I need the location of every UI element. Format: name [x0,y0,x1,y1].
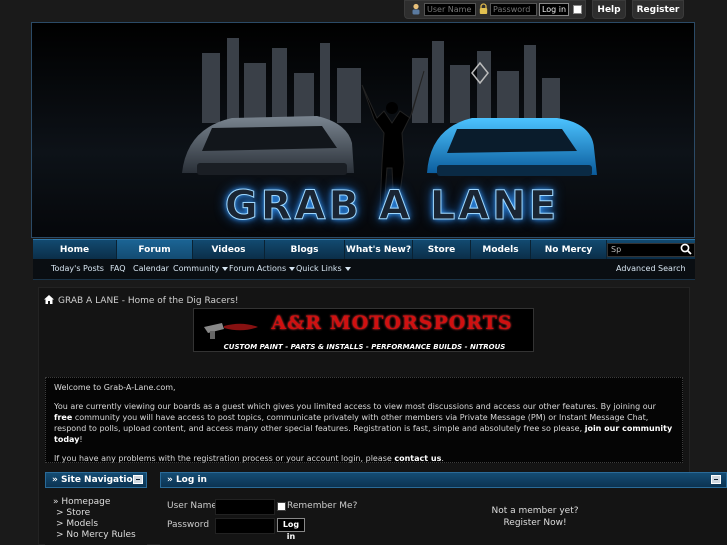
subnav-forum-actions[interactable]: Forum Actions [229,264,296,273]
tab-forum[interactable]: Forum [117,240,193,260]
ad-subtitle: CUSTOM PAINT - PARTS & INSTALLS - PERFOR… [223,343,506,351]
password-label: Password [167,520,210,530]
password-input[interactable] [490,3,537,16]
site-nav-item-no-mercy-rules[interactable]: > No Mercy Rules [53,530,147,541]
ad-banner[interactable]: A&R MOTORSPORTS CUSTOM PAINT - PARTS & I… [193,308,534,352]
tab-store[interactable]: Store [413,240,471,260]
welcome-free: free [54,413,73,422]
tab-blogs[interactable]: Blogs [265,240,345,260]
ad-title: A&R MOTORSPORTS [271,312,513,334]
sub-navbar: Today's Posts FAQ Calendar Community For… [33,259,695,280]
welcome-greeting: Welcome to Grab-A-Lane.com, [54,383,176,392]
subnav-quick-links[interactable]: Quick Links [296,264,351,273]
tab-no-mercy-rules[interactable]: No Mercy Rules [531,240,607,275]
breadcrumb-link[interactable]: GRAB A LANE - Home of the Dig Racers! [58,296,239,306]
main-navbar: Home Forum Videos Blogs What's New? Stor… [33,239,695,275]
login-password-input[interactable] [215,518,275,534]
login-block-title: » Log in [167,475,207,485]
username-label: User Name [167,501,217,511]
chevron-down-icon [289,266,296,271]
welcome-text: You are currently viewing our boards as … [54,402,656,411]
collapse-icon[interactable] [133,475,143,484]
welcome-help: If you have any problems with the regist… [54,453,674,464]
lock-icon [479,3,488,14]
subnav-quick-links-label: Quick Links [296,264,342,273]
site-navigation-header: » Site Navigation [45,472,147,488]
welcome-notice: Welcome to Grab-A-Lane.com, You are curr… [45,377,683,463]
welcome-text: community you will have access to post t… [54,413,649,433]
site-logo[interactable]: GRAB A LANE [182,183,602,230]
subnav-community-label: Community [173,264,220,273]
tab-models[interactable]: Models [471,240,531,260]
quick-login-strip: Log in [404,0,586,19]
subnav-forum-actions-label: Forum Actions [229,264,287,273]
contact-us-link[interactable]: contact us [394,454,441,463]
site-nav-item-models[interactable]: > Models [53,519,147,530]
tab-videos[interactable]: Videos [193,240,265,260]
breadcrumb: GRAB A LANE - Home of the Dig Racers! [44,295,239,306]
welcome-text: If you have any problems with the regist… [54,454,395,463]
not-member-text: Not a member yet? [491,506,579,516]
subnav-faq[interactable]: FAQ [110,264,126,273]
chevron-down-icon [222,266,229,271]
welcome-text: ! [79,435,83,444]
header-banner: GRAB A LANE [31,22,695,238]
subnav-todays-posts[interactable]: Today's Posts [51,264,104,273]
help-button[interactable]: Help [592,0,626,19]
site-navigation-title: » Site Navigation [52,475,140,485]
top-bar: Log in Help Register [0,0,727,22]
login-submit-button[interactable]: Log in [277,518,305,541]
not-member-notice: Not a member yet? Register Now! [470,505,600,529]
welcome-body: You are currently viewing our boards as … [54,401,674,445]
login-block-body: User Name Remember Me? Password Log in N… [160,488,727,545]
login-button[interactable]: Log in [539,3,569,16]
site-navigation-list: » Homepage > Store > Models > No Mercy R… [45,488,147,545]
subnav-community[interactable]: Community [173,264,229,273]
site-nav-item-store[interactable]: > Store [53,508,147,519]
search-icon[interactable] [680,243,692,255]
user-icon [412,3,420,15]
chevron-down-icon [344,266,351,271]
welcome-text: . [441,454,444,463]
remember-me-label: Remember Me? [287,501,358,511]
site-nav-item-homepage[interactable]: » Homepage [53,497,147,508]
spray-gun-icon [204,323,258,339]
register-now-link[interactable]: Register Now! [470,517,600,529]
login-username-input[interactable] [215,499,275,515]
register-button[interactable]: Register [632,0,684,19]
tab-home[interactable]: Home [33,240,117,260]
login-block-header: » Log in [160,472,727,488]
remember-checkbox[interactable] [573,5,582,14]
tab-whats-new[interactable]: What's New? [345,240,413,260]
advanced-search-link[interactable]: Advanced Search [616,264,686,273]
remember-me-checkbox[interactable] [277,502,286,511]
home-icon[interactable] [44,295,54,304]
username-input[interactable] [424,3,476,16]
collapse-icon[interactable] [711,475,721,484]
subnav-calendar[interactable]: Calendar [133,264,169,273]
